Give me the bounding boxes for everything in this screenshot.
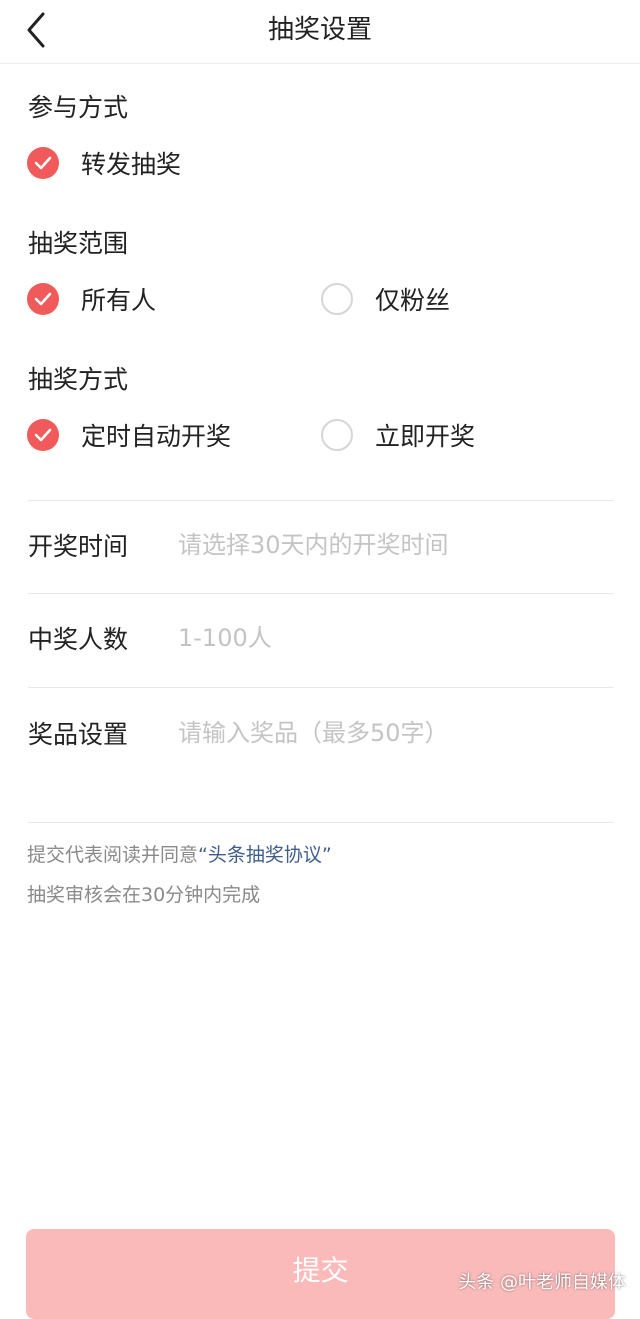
top-bar: 抽奖设置 [0, 0, 640, 64]
scope-option-everyone[interactable]: 所有人 [27, 279, 156, 319]
winners-input[interactable] [178, 624, 608, 652]
watermark: 头条 @叶老师自媒体 [458, 1272, 626, 1293]
unchecked-radio-icon [321, 283, 353, 315]
prize-label: 奖品设置 [28, 720, 129, 749]
divider [28, 822, 614, 823]
prize-input[interactable] [178, 719, 608, 747]
scope-option-fans-only[interactable]: 仅粉丝 [321, 279, 450, 319]
checked-radio-icon [27, 419, 59, 451]
draw-time-label: 开奖时间 [28, 532, 129, 561]
divider [28, 593, 614, 594]
submit-label: 提交 [292, 1254, 349, 1287]
agreement-link[interactable]: “头条抽奖协议” [198, 844, 332, 866]
checked-radio-icon [27, 283, 59, 315]
divider [28, 500, 614, 501]
participation-option-repost[interactable]: 转发抽奖 [27, 143, 181, 183]
agreement-note: 提交代表阅读并同意“头条抽奖协议” [27, 840, 332, 867]
review-note: 抽奖审核会在30分钟内完成 [27, 884, 261, 906]
option-label: 转发抽奖 [81, 150, 182, 179]
draw-method-section-title: 抽奖方式 [28, 365, 129, 394]
unchecked-radio-icon [321, 419, 353, 451]
draw-method-option-scheduled[interactable]: 定时自动开奖 [27, 415, 231, 455]
draw-time-input[interactable] [178, 531, 608, 559]
prize-row: 奖品设置 [28, 713, 614, 753]
option-label: 仅粉丝 [375, 286, 451, 315]
agreement-prefix: 提交代表阅读并同意 [27, 844, 199, 866]
participation-section-title: 参与方式 [28, 93, 129, 122]
option-label: 定时自动开奖 [81, 422, 232, 451]
option-label: 立即开奖 [375, 422, 476, 451]
option-label: 所有人 [81, 286, 157, 315]
checked-radio-icon [27, 147, 59, 179]
page-title: 抽奖设置 [267, 15, 372, 45]
scope-section-title: 抽奖范围 [28, 229, 129, 258]
draw-time-row: 开奖时间 [28, 525, 614, 565]
divider [28, 687, 614, 688]
draw-method-option-immediate[interactable]: 立即开奖 [321, 415, 475, 455]
winners-label: 中奖人数 [28, 625, 129, 654]
winners-row: 中奖人数 [28, 618, 614, 658]
